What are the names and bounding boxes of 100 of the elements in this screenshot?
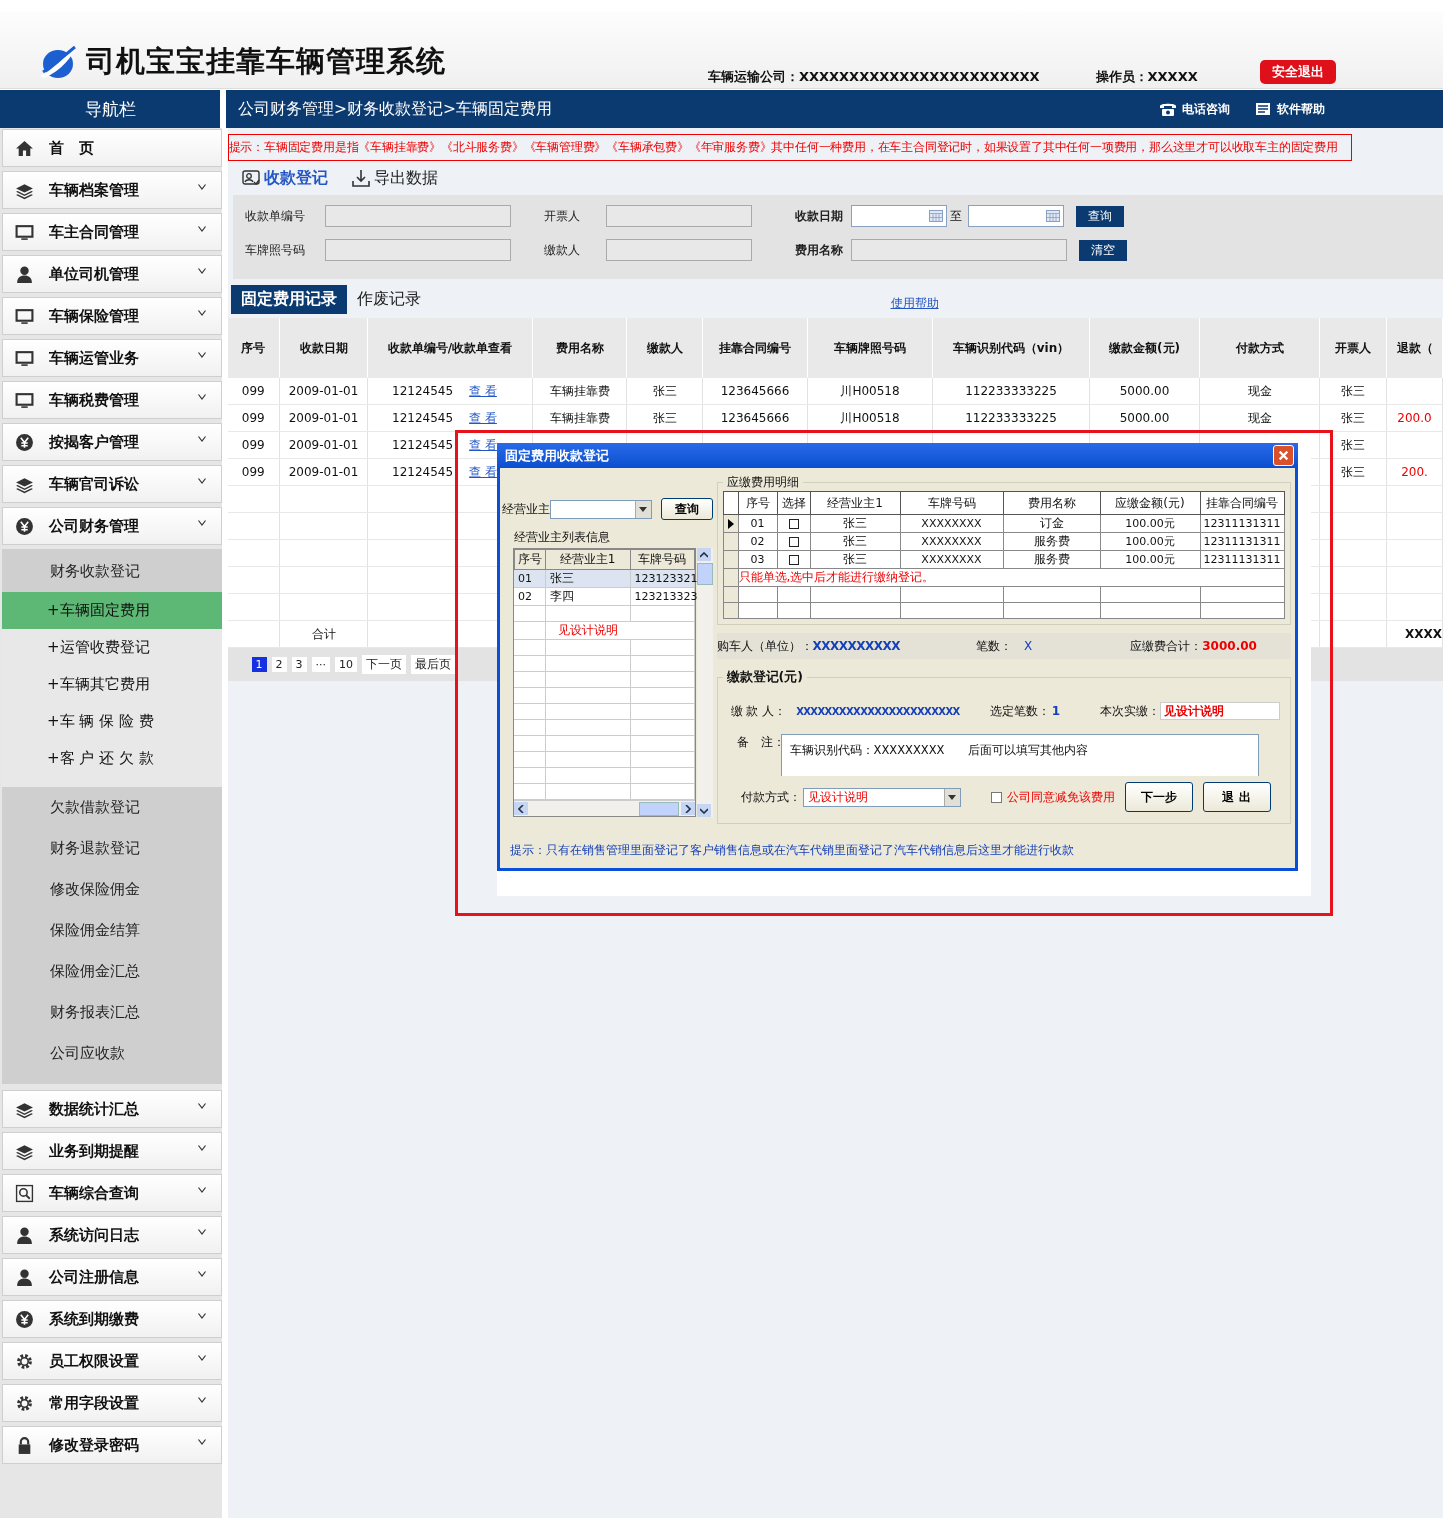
checkbox[interactable]: [788, 519, 799, 529]
sidebar-item[interactable]: 车辆综合查询: [2, 1174, 222, 1212]
submenu-item[interactable]: 财务退款登记: [2, 828, 222, 869]
view-link[interactable]: 查 看: [469, 410, 497, 425]
nav-link[interactable]: 电话咨询: [1159, 100, 1230, 118]
sidebar-item[interactable]: 首 页: [2, 129, 222, 167]
page-button[interactable]: 2: [271, 657, 287, 672]
toolbar-link[interactable]: 导出数据: [351, 167, 438, 189]
dialog-button[interactable]: 下一步: [1124, 782, 1193, 812]
sidebar-item[interactable]: 修改登录密码: [2, 1426, 222, 1464]
app-title: 司机宝宝挂靠车辆管理系统: [86, 43, 446, 80]
paid-input-field[interactable]: 见设计说明: [1159, 702, 1280, 720]
input-field[interactable]: [850, 239, 1067, 261]
toolbar-link[interactable]: 收款登记: [241, 167, 328, 189]
sidebar-item[interactable]: 车辆官司诉讼: [2, 465, 222, 503]
submenu-item[interactable]: 保险佣金汇总: [2, 951, 222, 992]
submenu-item[interactable]: 欠款借款登记: [2, 787, 222, 828]
tab[interactable]: 作废记录: [346, 285, 431, 314]
input-field[interactable]: [324, 205, 511, 227]
chevron-icon: [197, 436, 206, 442]
submenu-item[interactable]: 财务收款登记: [2, 551, 222, 592]
submenu-item[interactable]: +车辆固定费用: [2, 592, 222, 629]
owner-dropdown[interactable]: [549, 499, 652, 519]
yen-coin-icon: [15, 432, 34, 452]
dialog-title: 固定费用收款登记: [504, 446, 609, 465]
logout-button[interactable]: 安全退出: [1259, 60, 1336, 84]
sidebar-item[interactable]: 车辆保险管理: [2, 297, 222, 335]
nav-link[interactable]: 软件帮助: [1254, 100, 1325, 118]
dialog-button[interactable]: 退 出: [1202, 782, 1271, 812]
sidebar-item[interactable]: 车主合同管理: [2, 213, 222, 251]
submenu-item[interactable]: +车 辆 保 险 费: [2, 703, 222, 740]
sidebar-item[interactable]: 常用字段设置: [2, 1384, 222, 1422]
chevron-icon: [197, 478, 206, 484]
filter-button[interactable]: 查询: [1075, 205, 1124, 227]
submenu-item[interactable]: 公司应收款: [2, 1033, 222, 1074]
page-button[interactable]: 1: [251, 657, 267, 672]
sidebar-item[interactable]: 公司财务管理: [2, 507, 222, 545]
submenu-item[interactable]: +客 户 还 欠 款: [2, 740, 222, 777]
table-cell: 112233333225: [932, 378, 1090, 405]
sidebar-item[interactable]: 系统到期缴费: [2, 1300, 222, 1338]
page-button[interactable]: ···: [311, 657, 330, 672]
filter-button[interactable]: 清空: [1078, 239, 1127, 261]
sidebar-item[interactable]: 数据统计汇总: [2, 1090, 222, 1128]
sidebar-item[interactable]: 车辆档案管理: [2, 171, 222, 209]
input-field[interactable]: [324, 239, 511, 261]
remark-label: 备 注：: [736, 734, 781, 751]
total-value: 3000.00: [1202, 638, 1257, 653]
page-button[interactable]: 10: [335, 657, 357, 672]
chevron-icon: [197, 1187, 206, 1193]
help-link[interactable]: 使用帮助: [890, 295, 939, 312]
input-field[interactable]: [605, 239, 752, 261]
notice-text: 提示：车辆固定费用是指《车辆挂靠费》《北斗服务费》《车辆管理费》《车辆承包费》《年审服务费》其中任何一种费用，在车主合同登记时，如果设置了其中任何一项费用，那么这里才可以收取车主的固定费用: [227, 134, 1352, 161]
sidebar-item[interactable]: 系统访问日志: [2, 1216, 222, 1254]
submenu-item[interactable]: 财务报表汇总: [2, 992, 222, 1033]
view-link[interactable]: 查 看: [469, 437, 497, 452]
sidebar-item[interactable]: 单位司机管理: [2, 255, 222, 293]
scroll-thumb[interactable]: [638, 801, 679, 816]
date-field[interactable]: [850, 205, 947, 227]
submenu-item[interactable]: +车辆其它费用: [2, 666, 222, 703]
row-pointer-icon: [727, 518, 734, 529]
sidebar-item[interactable]: 车辆运管业务: [2, 339, 222, 377]
tab[interactable]: 固定费用记录: [230, 285, 347, 314]
table-cell: 张三: [1319, 431, 1387, 459]
sidebar-item[interactable]: 业务到期提醒: [2, 1132, 222, 1170]
payment-method-dropdown[interactable]: 见设计说明: [802, 787, 961, 807]
chevron-icon: [197, 1145, 206, 1151]
calendar-icon: [1045, 210, 1060, 222]
checkbox[interactable]: [990, 791, 1002, 803]
total-label: 合计: [279, 620, 368, 648]
view-link[interactable]: 查 看: [469, 464, 497, 479]
remark-field[interactable]: 车辆识别代码：XXXXXXXXX 后面可以填写其他内容: [780, 734, 1259, 776]
column-header: 收款单编号/收款单查看: [367, 318, 533, 378]
query-button[interactable]: 查询: [660, 498, 713, 520]
submenu-item[interactable]: 修改保险佣金: [2, 869, 222, 910]
horizontal-scrollbar[interactable]: [513, 800, 695, 816]
column-header: 收款日期: [279, 318, 368, 378]
sidebar-item[interactable]: 公司注册信息: [2, 1258, 222, 1296]
operator-label: 操作员：XXXXX: [1095, 68, 1198, 86]
sidebar-item[interactable]: 员工权限设置: [2, 1342, 222, 1380]
sidebar-item[interactable]: 车辆税费管理: [2, 381, 222, 419]
last-page-button[interactable]: 最后页: [411, 655, 455, 674]
date-field[interactable]: [967, 205, 1064, 227]
checkbox[interactable]: [788, 537, 799, 547]
scroll-thumb[interactable]: [696, 563, 713, 585]
submenu-item[interactable]: 保险佣金结算: [2, 910, 222, 951]
close-button[interactable]: [1272, 445, 1294, 466]
page-button[interactable]: 3: [291, 657, 307, 672]
column-header: 费用名称: [532, 318, 627, 378]
field-label: 费用名称: [793, 241, 844, 259]
column-header: 选择: [777, 491, 810, 515]
receipt-number: 12124545: [392, 383, 454, 398]
input-field[interactable]: [605, 205, 752, 227]
view-link[interactable]: 查 看: [469, 383, 497, 398]
vertical-scrollbar[interactable]: [696, 548, 713, 817]
checkbox[interactable]: [788, 555, 799, 565]
table-cell: 200.0: [1386, 404, 1443, 432]
table-cell: 112233333225: [932, 404, 1090, 432]
submenu-item[interactable]: +运管收费登记: [2, 629, 222, 666]
next-page-button[interactable]: 下一页: [362, 655, 406, 674]
sidebar-item[interactable]: 按揭客户管理: [2, 423, 222, 461]
